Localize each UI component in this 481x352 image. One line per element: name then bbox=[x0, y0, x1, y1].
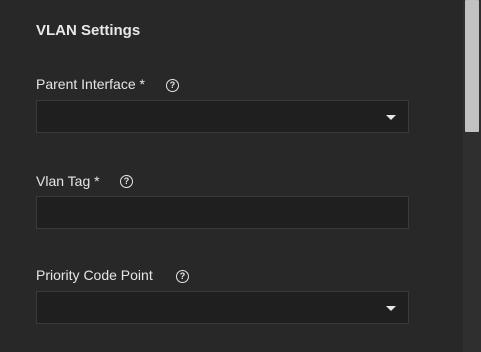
priority-code-point-label-text: Priority Code Point bbox=[36, 267, 153, 283]
help-icon[interactable]: ? bbox=[120, 175, 133, 188]
priority-code-point-label: Priority Code Point bbox=[36, 267, 153, 283]
vlan-tag-input[interactable] bbox=[36, 196, 409, 229]
vlan-tag-label-text: Vlan Tag * bbox=[36, 173, 100, 189]
help-icon[interactable]: ? bbox=[166, 79, 179, 92]
vlan-settings-panel: VLAN Settings Parent Interface * ? Vlan … bbox=[0, 0, 463, 352]
priority-code-point-select[interactable] bbox=[36, 291, 409, 324]
dropdown-caret-icon bbox=[386, 306, 396, 311]
dropdown-caret-icon bbox=[386, 115, 396, 120]
parent-interface-select[interactable] bbox=[36, 100, 409, 133]
section-title: VLAN Settings bbox=[36, 22, 141, 39]
parent-interface-label: Parent Interface * bbox=[36, 76, 145, 92]
parent-interface-label-text: Parent Interface * bbox=[36, 76, 145, 92]
vlan-tag-label: Vlan Tag * bbox=[36, 173, 100, 189]
scrollbar-thumb[interactable] bbox=[465, 0, 479, 132]
help-icon[interactable]: ? bbox=[176, 270, 189, 283]
